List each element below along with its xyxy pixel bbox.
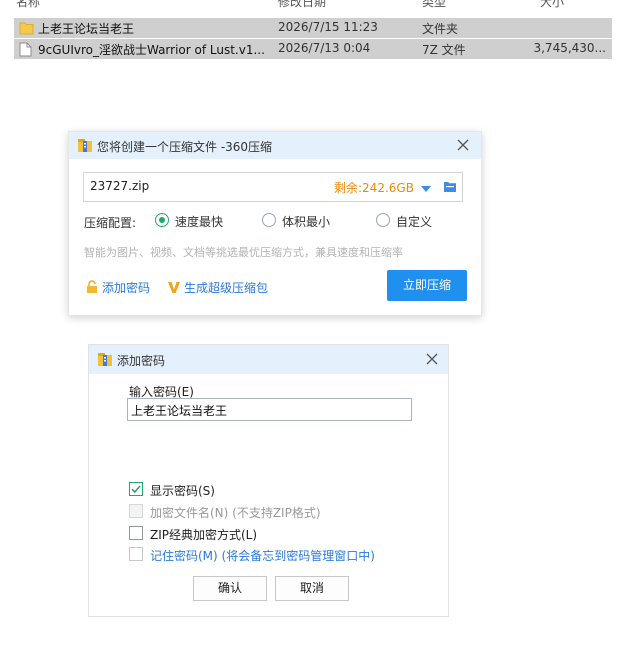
file-date: 2026/7/13 0:04	[278, 41, 371, 55]
checkbox-checked-icon	[129, 482, 143, 496]
file-date: 2026/7/15 11:23	[278, 20, 378, 34]
checkbox-unchecked-icon	[129, 526, 143, 540]
super-package-link[interactable]: 生成超级压缩包	[167, 279, 268, 297]
file-name: 上老王论坛当老王	[38, 22, 135, 36]
archive-path-value: 23727.zip	[90, 179, 150, 193]
archive-app-icon	[97, 352, 113, 370]
checkbox-label: 显示密码(S)	[150, 484, 215, 498]
compress-now-button[interactable]: 立即压缩	[387, 270, 467, 301]
confirm-button[interactable]: 确认	[193, 576, 267, 601]
radio-label: 自定义	[396, 215, 433, 229]
checkbox-unchecked-icon	[129, 547, 143, 561]
column-header-name[interactable]: 名称	[16, 0, 40, 8]
archive-path-field[interactable]: 23727.zip 剩余:242.6GB	[83, 172, 463, 202]
super-package-label: 生成超级压缩包	[184, 281, 269, 295]
radio-unselected-icon	[376, 213, 390, 227]
cancel-button[interactable]: 取消	[275, 576, 349, 601]
checkbox-disabled-icon	[129, 504, 143, 518]
file-list-header: 名称 修改日期 类型 大小	[0, 0, 620, 8]
compress-dialog-titlebar[interactable]: 您将创建一个压缩文件 -360压缩	[69, 132, 481, 159]
radio-unselected-icon	[262, 213, 276, 227]
checkbox-label: ZIP经典加密方式(L)	[150, 528, 258, 542]
lock-icon	[85, 280, 99, 297]
password-input[interactable]: 上老王论坛当老王	[127, 398, 412, 421]
folder-icon	[19, 21, 34, 38]
column-header-date[interactable]: 修改日期	[278, 0, 326, 8]
dropdown-triangle-icon[interactable]	[420, 182, 432, 196]
file-size: 3,745,430...	[533, 41, 606, 55]
v-badge-icon	[167, 281, 181, 297]
compress-dialog: 您将创建一个压缩文件 -360压缩 23727.zip 剩余:242.6GB 压…	[68, 131, 482, 316]
close-icon[interactable]	[424, 351, 440, 367]
checkbox-label: 记住密码(M) (将会备忘到密码管理窗口中)	[150, 549, 375, 563]
add-password-label: 添加密码	[102, 281, 151, 295]
password-value: 上老王论坛当老王	[131, 404, 228, 418]
radio-label: 体积最小	[282, 215, 331, 229]
free-space-label: 剩余:242.6GB	[334, 181, 414, 195]
file-type: 7Z 文件	[422, 43, 466, 57]
file-type: 文件夹	[422, 22, 459, 36]
radio-selected-icon	[155, 213, 169, 227]
file-name: 9cGUIvro_淫欲战士Warrior of Lust.v1...	[38, 43, 265, 57]
password-dialog-titlebar[interactable]: 添加密码	[89, 345, 448, 374]
close-icon[interactable]	[454, 136, 472, 154]
password-dialog-title: 添加密码	[117, 354, 166, 368]
file-icon	[19, 42, 32, 60]
compress-dialog-title: 您将创建一个压缩文件 -360压缩	[97, 140, 273, 154]
add-password-dialog: 添加密码 输入密码(E) 上老王论坛当老王 显示密码(S) 加密文件名(N) (…	[88, 344, 449, 617]
checkbox-label: 加密文件名(N) (不支持ZIP格式)	[150, 506, 321, 520]
column-header-size[interactable]: 大小	[540, 0, 564, 8]
radio-label: 速度最快	[175, 215, 224, 229]
add-password-link[interactable]: 添加密码	[85, 279, 150, 297]
compress-hint-text: 智能为图片、视频、文档等挑选最优压缩方式，兼具速度和压缩率	[84, 246, 403, 259]
file-row-folder[interactable]: 上老王论坛当老王 2026/7/15 11:23 文件夹	[14, 18, 612, 38]
file-row-archive[interactable]: 9cGUIvro_淫欲战士Warrior of Lust.v1... 2026/…	[14, 39, 612, 59]
compress-config-label: 压缩配置:	[84, 216, 137, 230]
archive-app-icon	[77, 138, 93, 156]
browse-folder-icon[interactable]	[443, 180, 457, 196]
column-header-type[interactable]: 类型	[422, 0, 446, 8]
